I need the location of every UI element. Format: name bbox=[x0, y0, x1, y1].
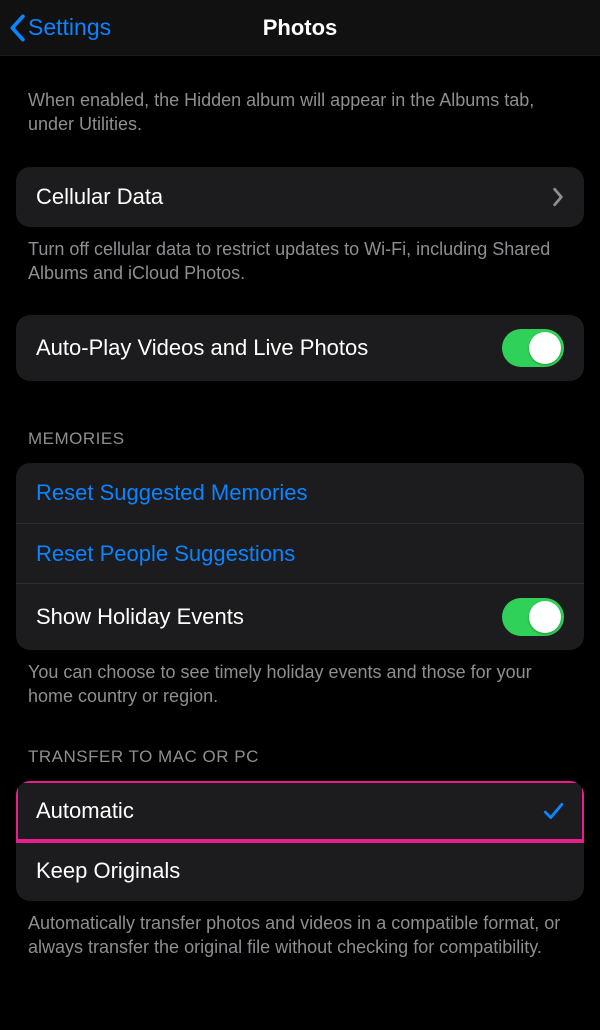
back-label: Settings bbox=[28, 14, 111, 41]
content-scroll[interactable]: When enabled, the Hidden album will appe… bbox=[0, 56, 600, 967]
holiday-events-toggle[interactable] bbox=[502, 598, 564, 636]
show-holiday-events-row[interactable]: Show Holiday Events bbox=[16, 583, 584, 650]
autoplay-toggle[interactable] bbox=[502, 329, 564, 367]
keep-originals-label: Keep Originals bbox=[36, 858, 564, 884]
autoplay-row[interactable]: Auto-Play Videos and Live Photos bbox=[16, 315, 584, 381]
group-cellular: Cellular Data bbox=[16, 167, 584, 227]
chevron-right-icon bbox=[552, 187, 564, 207]
keep-originals-row[interactable]: Keep Originals bbox=[16, 841, 584, 901]
cellular-footer: Turn off cellular data to restrict updat… bbox=[0, 227, 600, 294]
memories-footer: You can choose to see timely holiday eve… bbox=[0, 650, 600, 717]
cellular-data-label: Cellular Data bbox=[36, 184, 552, 210]
show-holiday-events-label: Show Holiday Events bbox=[36, 604, 502, 630]
transfer-footer: Automatically transfer photos and videos… bbox=[0, 901, 600, 968]
hidden-album-footer: When enabled, the Hidden album will appe… bbox=[0, 76, 600, 145]
autoplay-label: Auto-Play Videos and Live Photos bbox=[36, 335, 502, 361]
group-transfer: Automatic Keep Originals bbox=[16, 781, 584, 901]
section-header-memories: Memories bbox=[0, 381, 600, 459]
group-autoplay: Auto-Play Videos and Live Photos bbox=[16, 315, 584, 381]
cellular-data-row[interactable]: Cellular Data bbox=[16, 167, 584, 227]
nav-bar: Settings Photos bbox=[0, 0, 600, 56]
reset-people-suggestions-row[interactable]: Reset People Suggestions bbox=[16, 523, 584, 583]
back-button[interactable]: Settings bbox=[8, 14, 111, 42]
reset-suggested-memories-label: Reset Suggested Memories bbox=[36, 480, 564, 506]
toggle-knob bbox=[529, 332, 561, 364]
group-memories: Reset Suggested Memories Reset People Su… bbox=[16, 463, 584, 650]
automatic-label: Automatic bbox=[36, 798, 542, 824]
reset-people-suggestions-label: Reset People Suggestions bbox=[36, 541, 564, 567]
checkmark-icon bbox=[542, 800, 564, 822]
chevron-left-icon bbox=[8, 14, 26, 42]
automatic-row[interactable]: Automatic bbox=[16, 781, 584, 841]
section-header-transfer: Transfer to Mac or PC bbox=[0, 717, 600, 777]
reset-suggested-memories-row[interactable]: Reset Suggested Memories bbox=[16, 463, 584, 523]
toggle-knob bbox=[529, 601, 561, 633]
